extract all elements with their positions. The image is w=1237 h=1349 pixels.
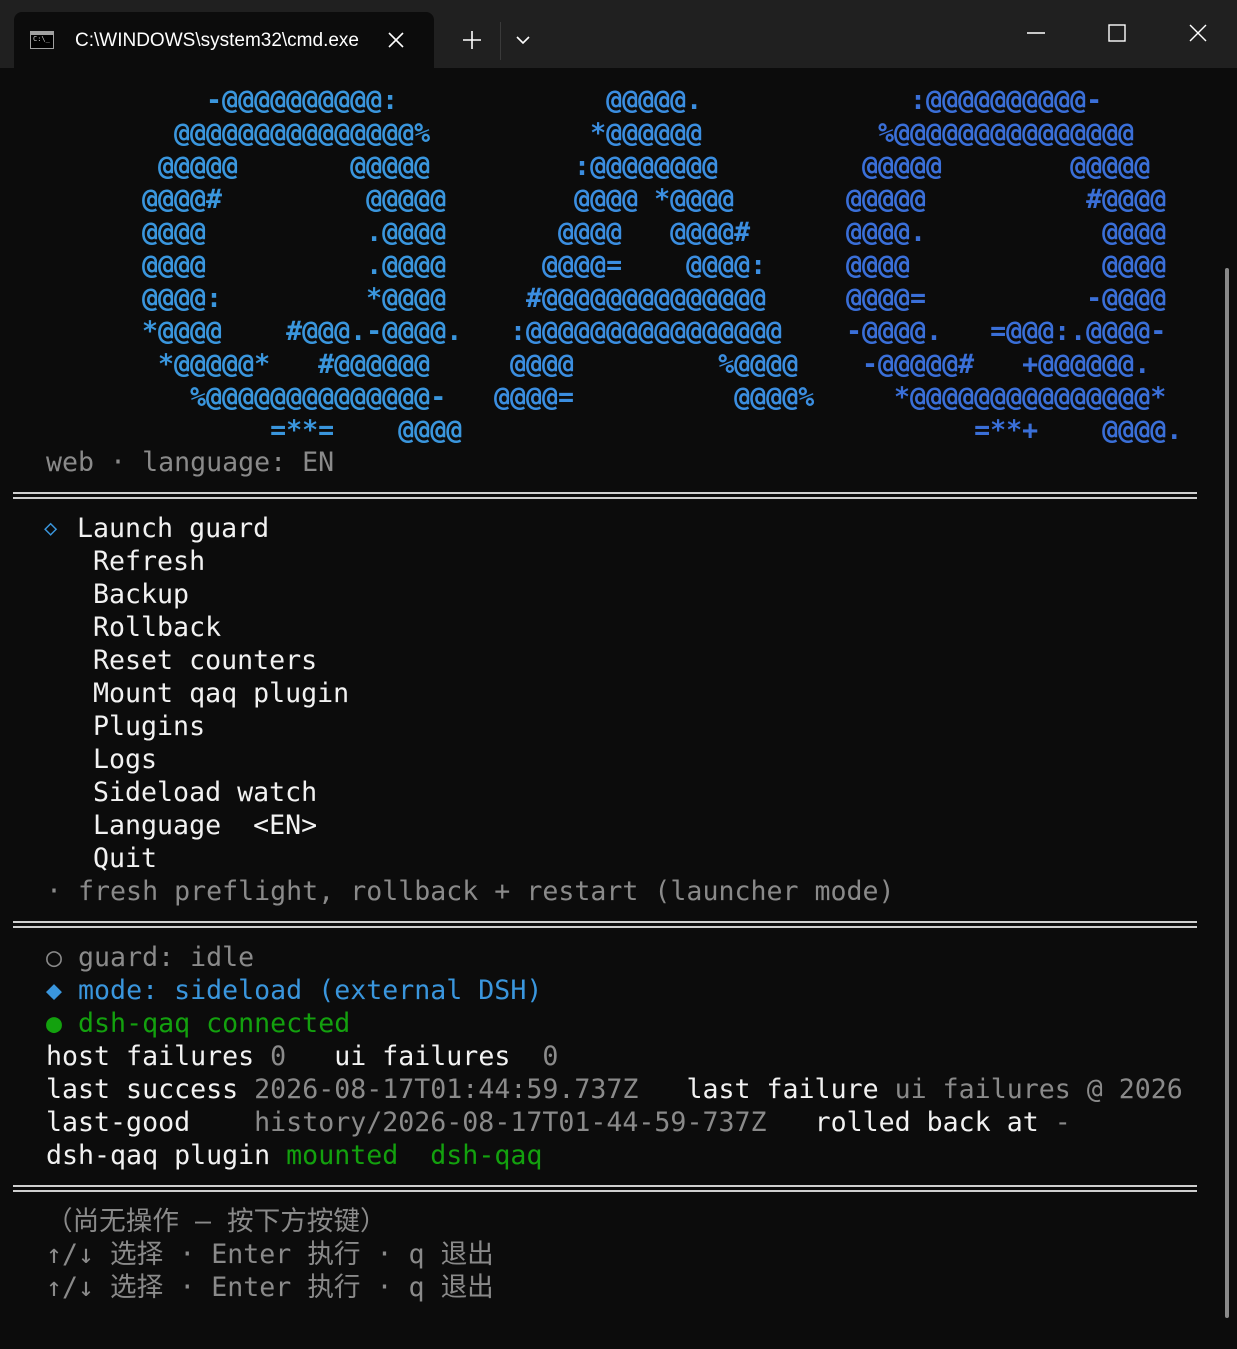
- host-failures-label: host failures: [46, 1041, 255, 1072]
- circle-outline-icon: ○: [46, 942, 63, 973]
- rolled-back-label: rolled back at: [814, 1107, 1039, 1138]
- plugin-row: dsh-qaq plugin mounted dsh-qaq: [46, 1139, 542, 1172]
- divider: [13, 1185, 1197, 1192]
- subtitle: web · language: EN: [46, 447, 335, 478]
- maximize-icon[interactable]: [1095, 12, 1139, 54]
- menu-item-reset-counters[interactable]: Reset counters: [93, 644, 317, 677]
- rolled-back-value: -: [1054, 1107, 1071, 1138]
- key-hints: ↑/↓ 选择 · Enter 执行 · q 退出: [46, 1239, 494, 1270]
- connection-status-text: dsh-qaq connected: [78, 1008, 351, 1039]
- ui-failures-value: 0: [542, 1041, 559, 1072]
- terminal-window: C:\_ C:\WINDOWS\system32\cmd.exe -@@@@@@…: [0, 0, 1237, 1349]
- close-tab-icon[interactable]: [382, 26, 410, 54]
- mode-status-text: mode: sideload (external DSH): [78, 975, 543, 1006]
- cmd-icon-text: C:\_: [33, 35, 50, 43]
- ui-failures-label: ui failures: [334, 1041, 511, 1072]
- menu-item-launch-guard[interactable]: Launch guard: [77, 512, 269, 545]
- menu-hint: · fresh preflight, rollback + restart (l…: [46, 876, 895, 907]
- diamond-icon: ◆: [46, 975, 63, 1006]
- menu-item-sideload-watch[interactable]: Sideload watch: [93, 776, 317, 809]
- last-failure-label: last failure: [686, 1074, 879, 1105]
- menu-item-backup[interactable]: Backup: [93, 578, 189, 611]
- dot-icon: ●: [46, 1008, 63, 1039]
- key-hints-repeat: ↑/↓ 选择 · Enter 执行 · q 退出: [46, 1272, 494, 1303]
- failures-row: host failures 0 ui failures 0: [46, 1040, 558, 1073]
- last-success-label: last success: [46, 1074, 239, 1105]
- chevron-down-icon[interactable]: [509, 26, 537, 54]
- last-success-row: last success 2026-08-17T01:44:59.737Z la…: [46, 1073, 1183, 1106]
- minimize-icon[interactable]: [1014, 12, 1058, 54]
- scrollbar[interactable]: [1225, 268, 1229, 1318]
- last-good-row: last-good history/2026-08-17T01-44-59-73…: [46, 1106, 1071, 1139]
- mode-status: ◆ mode: sideload (external DSH): [46, 974, 542, 1007]
- menu-item-refresh[interactable]: Refresh: [93, 545, 205, 578]
- cmd-icon: C:\_: [30, 31, 54, 49]
- guard-status: ○ guard: idle: [46, 941, 254, 974]
- logo-letter-q-second: :@@@@@@@@@@- %@@@@@@@@@@@@@@@ @@@@@ @@@@…: [846, 85, 1183, 446]
- divider: [13, 492, 1197, 499]
- menu-item-rollback[interactable]: Rollback: [93, 611, 221, 644]
- logo-letter-q: -@@@@@@@@@@: @@@@@@@@@@@@@@@% @@@@@ @@@@…: [142, 85, 463, 446]
- divider: [13, 921, 1197, 928]
- menu-item-plugins[interactable]: Plugins: [93, 710, 205, 743]
- menu-item-mount-plugin[interactable]: Mount qaq plugin: [93, 677, 349, 710]
- plugin-name: dsh-qaq: [430, 1140, 543, 1171]
- last-good-value: history/2026-08-17T01-44-59-737Z: [254, 1107, 767, 1138]
- last-success-value: 2026-08-17T01:44:59.737Z: [254, 1074, 639, 1105]
- terminal-content[interactable]: -@@@@@@@@@@: @@@@@@@@@@@@@@@% @@@@@ @@@@…: [0, 68, 1225, 1349]
- menu-item-quit[interactable]: Quit: [93, 842, 157, 875]
- guard-status-text: guard: idle: [78, 942, 255, 973]
- plus-icon[interactable]: [455, 24, 487, 56]
- close-window-icon[interactable]: [1176, 12, 1220, 54]
- plugin-state: mounted: [286, 1140, 399, 1171]
- title-bar[interactable]: C:\_ C:\WINDOWS\system32\cmd.exe: [0, 0, 1237, 69]
- tab-separator: [500, 22, 501, 60]
- tab-title: C:\WINDOWS\system32\cmd.exe: [75, 30, 359, 51]
- selected-marker-icon: ◇: [44, 516, 58, 541]
- last-good-label: last-good: [46, 1107, 191, 1138]
- logo-letter-a: @@@@@. *@@@@@@ :@@@@@@@@ @@@@ *@@@@ @@@@…: [494, 85, 815, 413]
- last-failure-value: ui failures @ 2026: [894, 1074, 1183, 1105]
- no-action-message: （尚无操作 – 按下方按键）: [46, 1206, 387, 1237]
- menu-item-language[interactable]: Language <EN>: [93, 809, 317, 842]
- plugin-label: dsh-qaq plugin: [46, 1140, 271, 1171]
- tab-cmd[interactable]: C:\_ C:\WINDOWS\system32\cmd.exe: [14, 12, 434, 69]
- connection-status: ● dsh-qaq connected: [46, 1007, 350, 1040]
- host-failures-value: 0: [270, 1041, 287, 1072]
- menu-item-logs[interactable]: Logs: [93, 743, 157, 776]
